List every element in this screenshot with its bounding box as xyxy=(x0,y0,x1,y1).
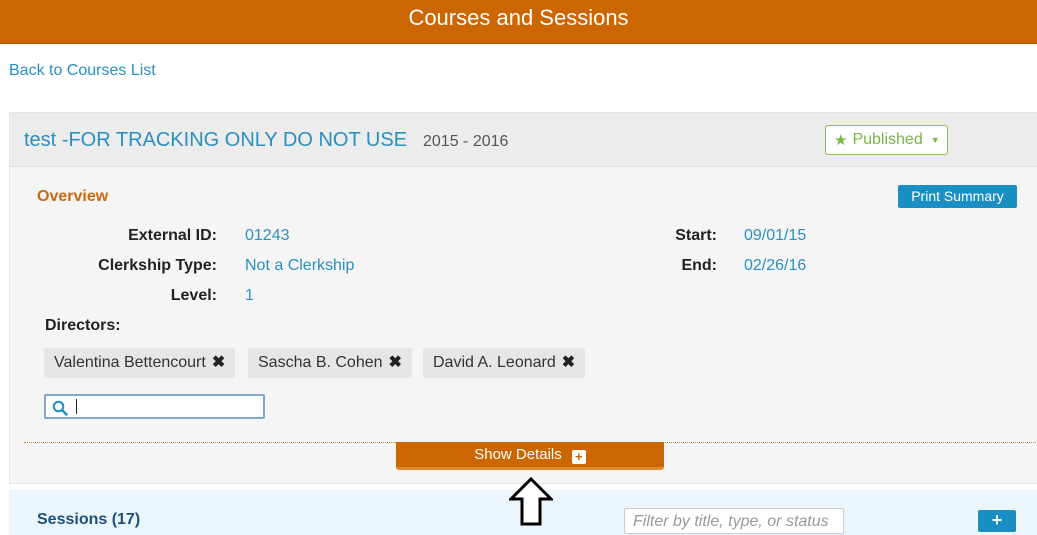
text-cursor xyxy=(76,399,77,414)
level-label: Level: xyxy=(170,287,217,304)
director-name: Sascha B. Cohen xyxy=(258,354,383,371)
start-label: Start: xyxy=(675,227,717,244)
remove-director-icon[interactable]: ✖ xyxy=(562,354,575,371)
course-year: 2015 - 2016 xyxy=(423,133,509,150)
clerkship-type-value[interactable]: Not a Clerkship xyxy=(245,257,354,275)
page-title: Courses and Sessions xyxy=(408,5,629,30)
caret-down-icon: ▼ xyxy=(930,135,940,145)
course-panel: test -FOR TRACKING ONLY DO NOT USE 2015 … xyxy=(9,112,1037,484)
publish-status-dropdown[interactable]: ★ Published ▼ xyxy=(825,125,948,155)
plus-icon: + xyxy=(571,450,586,464)
directors-label: Directors: xyxy=(45,317,121,334)
star-icon: ★ xyxy=(834,132,848,149)
sessions-title[interactable]: Sessions (17) xyxy=(37,511,140,529)
up-arrow-icon xyxy=(509,477,553,526)
show-details-label: Show Details xyxy=(474,446,562,463)
add-session-button[interactable]: + xyxy=(978,510,1016,532)
end-value[interactable]: 02/26/16 xyxy=(744,257,806,275)
remove-director-icon[interactable]: ✖ xyxy=(389,354,402,371)
print-summary-button[interactable]: Print Summary xyxy=(898,185,1017,208)
overview-title[interactable]: Overview xyxy=(37,188,108,206)
director-search-input[interactable] xyxy=(44,394,265,419)
back-to-courses-link[interactable]: Back to Courses List xyxy=(9,62,156,80)
plus-icon: + xyxy=(991,510,1003,530)
search-icon xyxy=(52,400,68,416)
sessions-filter-input[interactable]: Filter by title, type, or status xyxy=(624,508,844,534)
external-id-label: External ID: xyxy=(128,227,217,244)
remove-director-icon[interactable]: ✖ xyxy=(212,354,225,371)
publish-status-label: Published xyxy=(852,131,923,148)
director-name: David A. Leonard xyxy=(433,354,556,371)
director-tag: David A. Leonard ✖ xyxy=(423,348,586,378)
course-header: test -FOR TRACKING ONLY DO NOT USE 2015 … xyxy=(10,113,1037,167)
course-title[interactable]: test -FOR TRACKING ONLY DO NOT USE xyxy=(24,129,407,152)
level-value[interactable]: 1 xyxy=(245,287,254,305)
clerkship-type-label: Clerkship Type: xyxy=(98,257,217,274)
director-name: Valentina Bettencourt xyxy=(54,354,206,371)
director-tag: Sascha B. Cohen ✖ xyxy=(248,348,412,378)
external-id-value[interactable]: 01243 xyxy=(245,227,290,245)
app-header: Courses and Sessions xyxy=(0,0,1037,44)
show-details-button[interactable]: Show Details + xyxy=(396,442,664,470)
start-value[interactable]: 09/01/15 xyxy=(744,227,806,245)
end-label: End: xyxy=(681,257,717,274)
director-tag: Valentina Bettencourt ✖ xyxy=(44,348,236,378)
